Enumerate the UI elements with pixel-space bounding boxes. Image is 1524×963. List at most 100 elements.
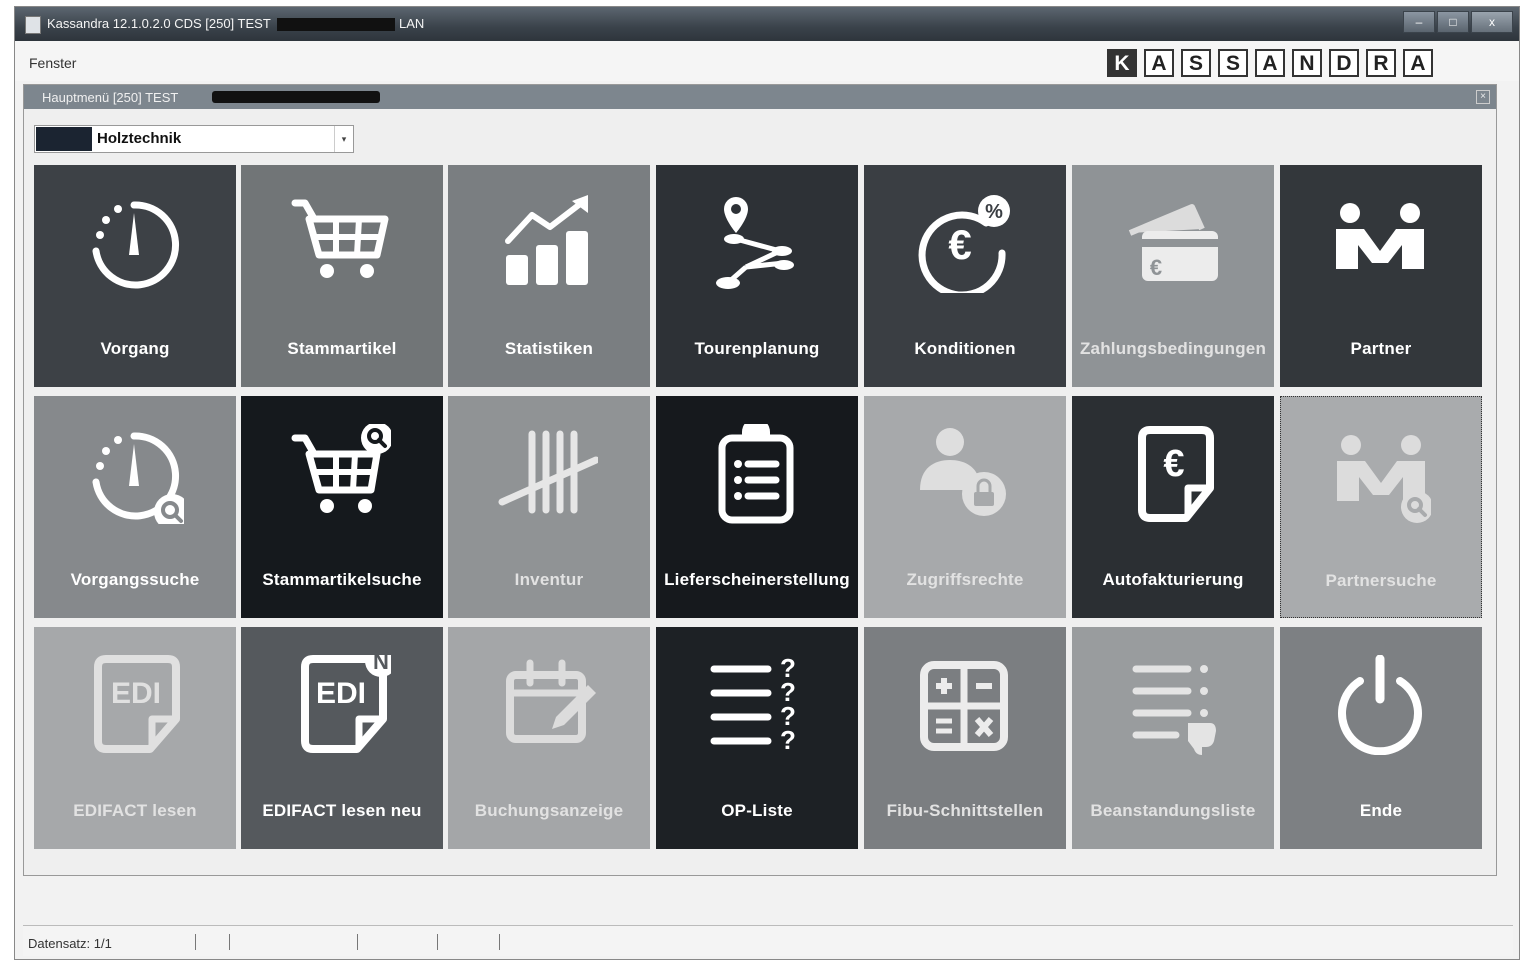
tile-label: EDIFACT lesen neu (262, 801, 422, 820)
euro-percent-icon: € % (918, 195, 1010, 293)
tile-label: Fibu-Schnittstellen (886, 801, 1044, 820)
tile-label: Inventur (514, 570, 584, 589)
user-lock-icon (920, 428, 1006, 516)
tile-stammartikelsuche[interactable]: Stammartikelsuche (241, 396, 443, 618)
tile-label: Stammartikelsuche (262, 570, 422, 589)
frame-titlebar: Hauptmenü [250] TEST × (24, 85, 1496, 109)
menu-fenster[interactable]: Fenster (29, 55, 76, 71)
branch-color-swatch (36, 127, 92, 151)
window-controls: – □ x (1401, 11, 1513, 33)
record-counter: Datensatz: 1/1 (28, 936, 112, 951)
tile-label: Vorgang (100, 339, 170, 358)
logo-letter: A (1255, 49, 1285, 77)
tile-label: Autofakturierung (1102, 570, 1244, 589)
app-icon (25, 16, 41, 34)
tile-vorgangssuche[interactable]: Vorgangssuche (34, 396, 236, 618)
branch-select-value: Holztechnik (97, 130, 182, 147)
tile-label: Vorgangssuche (70, 570, 200, 589)
statusbar-divider (357, 934, 358, 950)
svg-text:EDI: EDI (111, 677, 161, 710)
tile-label: Zahlungsbedingungen (1079, 339, 1267, 358)
tile-label: Stammartikel (287, 339, 397, 358)
svg-text:?: ? (780, 725, 796, 755)
euro-document-icon: € (1138, 426, 1214, 522)
tile-label: Zugriffsrechte (906, 570, 1024, 589)
logo-letter: A (1144, 49, 1174, 77)
svg-text:€: € (948, 221, 971, 268)
svg-text:€: € (1163, 443, 1184, 485)
tile-edifact-lesen-neu[interactable]: EDI N EDIFACT lesen neu (241, 627, 443, 849)
statusbar-divider (195, 934, 196, 950)
logo-letter: N (1292, 49, 1322, 77)
statusbar-divider (499, 934, 500, 950)
svg-text:EDI: EDI (316, 677, 366, 710)
tally-icon (498, 430, 598, 514)
window-title-suffix: LAN (399, 16, 425, 31)
statusbar-divider (437, 934, 438, 950)
application-window: Kassandra 12.1.0.2.0 CDS [250] TEST LAN … (14, 6, 1520, 960)
tile-partner[interactable]: Partner (1280, 165, 1482, 387)
tile-lieferscheinerstellung[interactable]: Lieferscheinerstellung (656, 396, 858, 618)
close-button[interactable]: x (1471, 11, 1513, 33)
power-icon (1338, 655, 1422, 755)
tile-label: Statistiken (504, 339, 594, 358)
tile-tourenplanung[interactable]: Tourenplanung (656, 165, 858, 387)
tile-vorgang[interactable]: Vorgang (34, 165, 236, 387)
kassandra-logo: K A S S A N D R A (1107, 49, 1440, 77)
tile-statistiken[interactable]: Statistiken (448, 165, 650, 387)
tile-label: OP-Liste (721, 801, 793, 820)
tile-label: Ende (1359, 801, 1403, 820)
tile-buchungsanzeige[interactable]: Buchungsanzeige (448, 627, 650, 849)
minimize-button[interactable]: – (1403, 11, 1435, 33)
cart-search-icon (291, 424, 391, 513)
window-titlebar: Kassandra 12.1.0.2.0 CDS [250] TEST LAN … (15, 7, 1519, 41)
tile-label: Beanstandungsliste (1090, 801, 1256, 820)
gauge-search-icon (92, 432, 184, 524)
branch-select[interactable]: Holztechnik ▾ (34, 125, 354, 153)
calendar-edit-icon (506, 659, 596, 743)
redacted-bar (212, 91, 380, 103)
tile-beanstandungsliste[interactable]: Beanstandungsliste (1072, 627, 1274, 849)
tile-stammartikel[interactable]: Stammartikel (241, 165, 443, 387)
logo-letter: S (1181, 49, 1211, 77)
tile-label: Partnersuche (1325, 571, 1437, 590)
svg-text:%: % (985, 201, 1003, 223)
logo-letter: K (1107, 49, 1137, 77)
logo-letter: D (1329, 49, 1359, 77)
edi-new-icon: EDI N (301, 655, 391, 753)
tile-label: Tourenplanung (694, 339, 820, 358)
tile-label: Buchungsanzeige (474, 801, 624, 820)
tile-konditionen[interactable]: € % Konditionen (864, 165, 1066, 387)
handshake-icon (1336, 203, 1424, 269)
handshake-search-icon (1337, 435, 1431, 523)
logo-letter: A (1403, 49, 1433, 77)
shopping-cart-icon (291, 199, 389, 278)
maximize-button[interactable]: □ (1437, 11, 1469, 33)
main-menu-frame: Hauptmenü [250] TEST × Holztechnik ▾ Vor… (23, 84, 1497, 876)
tile-label: EDIFACT lesen (73, 801, 197, 820)
tile-ende[interactable]: Ende (1280, 627, 1482, 849)
chevron-down-icon[interactable]: ▾ (334, 126, 353, 152)
route-icon (716, 197, 794, 289)
frame-close-button[interactable]: × (1476, 90, 1490, 104)
tile-fibu-schnittstellen[interactable]: Fibu-Schnittstellen (864, 627, 1066, 849)
tile-inventur[interactable]: Inventur (448, 396, 650, 618)
tile-label: Konditionen (914, 339, 1016, 358)
tile-autofakturierung[interactable]: € Autofakturierung (1072, 396, 1274, 618)
list-thumbs-down-icon (1132, 665, 1216, 755)
tile-edifact-lesen[interactable]: EDI EDIFACT lesen (34, 627, 236, 849)
question-list-icon: ???? (710, 655, 796, 755)
tile-zahlungsbedingungen[interactable]: € Zahlungsbedingungen (1072, 165, 1274, 387)
gauge-icon (92, 201, 180, 289)
tile-label: Lieferscheinerstellung (664, 570, 850, 589)
tile-label: Partner (1350, 339, 1412, 358)
statusbar-divider (229, 934, 230, 950)
tile-partnersuche[interactable]: Partnersuche (1280, 396, 1482, 618)
svg-text:N: N (373, 655, 389, 674)
frame-title: Hauptmenü [250] TEST (42, 90, 179, 105)
calculator-icon (920, 661, 1008, 751)
logo-letter: R (1366, 49, 1396, 77)
tile-zugriffsrechte[interactable]: Zugriffsrechte (864, 396, 1066, 618)
svg-text:€: € (1150, 255, 1162, 280)
tile-op-liste[interactable]: ???? OP-Liste (656, 627, 858, 849)
